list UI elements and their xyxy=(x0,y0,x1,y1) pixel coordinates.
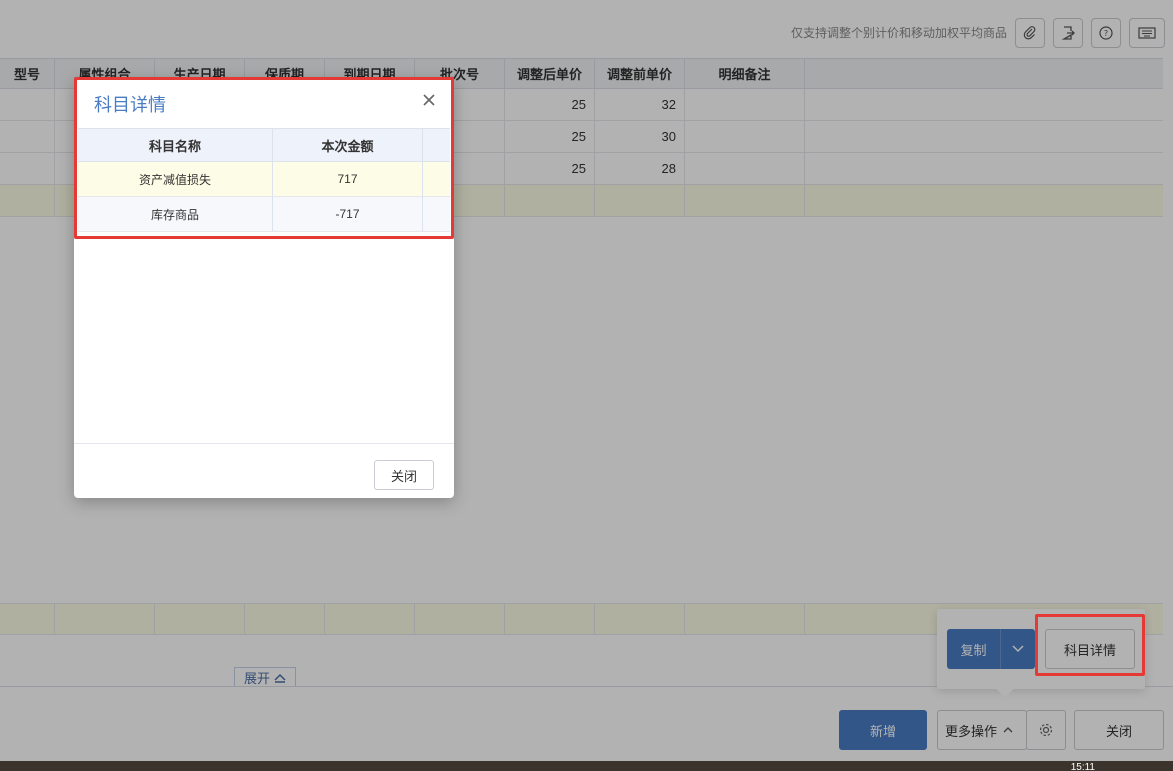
account-table: 科目名称 本次金额 资产减值损失 717 库存商品 -717 xyxy=(78,128,450,232)
dialog-close-button[interactable]: 关闭 xyxy=(374,460,434,490)
cell-account-name: 库存商品 xyxy=(78,197,273,231)
taskbar xyxy=(0,761,1173,771)
cell-amount: 717 xyxy=(273,162,423,196)
dialog-footer: 关闭 xyxy=(74,443,454,498)
col-amount: 本次金额 xyxy=(273,129,423,161)
account-detail-dialog: 科目详情 科目名称 本次金额 资产减值损失 717 库存商品 -717 关闭 xyxy=(74,78,454,498)
col-account-name: 科目名称 xyxy=(78,129,273,161)
account-table-header: 科目名称 本次金额 xyxy=(78,128,450,162)
taskbar-clock: 15:11 xyxy=(1070,762,1095,771)
table-row[interactable]: 资产减值损失 717 xyxy=(78,162,450,197)
cell-account-name: 资产减值损失 xyxy=(78,162,273,196)
cell-amount: -717 xyxy=(273,197,423,231)
dialog-title: 科目详情 xyxy=(94,95,166,115)
table-row[interactable]: 库存商品 -717 xyxy=(78,197,450,232)
close-icon[interactable] xyxy=(422,90,436,113)
